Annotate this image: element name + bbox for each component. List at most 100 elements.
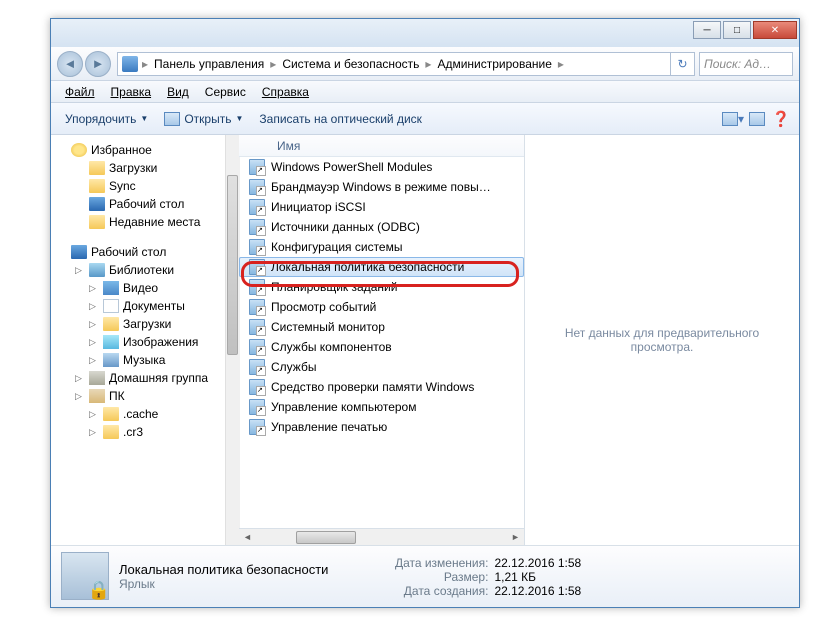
shortcut-icon <box>249 299 265 315</box>
nav-bar: ◄ ► ▸ Панель управления ▸ Система и безо… <box>51 47 799 81</box>
preview-pane-button[interactable] <box>745 107 769 131</box>
file-label: Windows PowerShell Modules <box>271 160 432 174</box>
file-label: Брандмауэр Windows в режиме повы… <box>271 180 491 194</box>
tree-pictures[interactable]: ▷Изображения <box>55 333 234 351</box>
tree-homegroup[interactable]: ▷Домашняя группа <box>55 369 234 387</box>
folder-icon <box>103 407 119 421</box>
column-header-name[interactable]: Имя <box>239 135 524 157</box>
open-button[interactable]: Открыть▼ <box>156 108 251 130</box>
file-label: Планировщик заданий <box>271 280 397 294</box>
tree-cr3[interactable]: ▷.cr3 <box>55 423 234 441</box>
shortcut-icon <box>249 399 265 415</box>
control-panel-icon <box>122 56 138 72</box>
tree-recent[interactable]: Недавние места <box>55 213 234 231</box>
search-input[interactable]: Поиск: Ад… <box>699 52 793 76</box>
breadcrumb-seg[interactable]: Система и безопасность <box>276 57 425 71</box>
shortcut-icon <box>249 359 265 375</box>
minimize-button[interactable]: ─ <box>693 21 721 39</box>
close-button[interactable]: ✕ <box>753 21 797 39</box>
shortcut-icon <box>249 339 265 355</box>
breadcrumb-seg[interactable]: Панель управления <box>148 57 270 71</box>
menu-file[interactable]: Файл <box>57 83 103 101</box>
shortcut-icon <box>249 239 265 255</box>
h-scrollbar[interactable]: ◄► <box>239 528 524 545</box>
shortcut-icon <box>249 279 265 295</box>
file-item[interactable]: Брандмауэр Windows в режиме повы… <box>239 177 524 197</box>
details-pane: Локальная политика безопасности Ярлык Да… <box>51 545 799 607</box>
file-item[interactable]: Системный монитор <box>239 317 524 337</box>
file-item[interactable]: Средство проверки памяти Windows <box>239 377 524 397</box>
file-item[interactable]: Службы <box>239 357 524 377</box>
picture-icon <box>103 335 119 349</box>
folder-icon <box>103 317 119 331</box>
open-icon <box>164 112 180 126</box>
shortcut-icon <box>249 319 265 335</box>
tree-pc[interactable]: ▷ПК <box>55 387 234 405</box>
forward-button[interactable]: ► <box>85 51 111 77</box>
tree-downloads[interactable]: Загрузки <box>55 159 234 177</box>
file-label: Управление печатью <box>271 420 387 434</box>
help-button[interactable]: ❓ <box>769 107 793 131</box>
tree-cache[interactable]: ▷.cache <box>55 405 234 423</box>
file-item[interactable]: Конфигурация системы <box>239 237 524 257</box>
refresh-button[interactable]: ↻ <box>670 53 694 75</box>
tree-sync[interactable]: Sync <box>55 177 234 195</box>
shortcut-icon <box>249 159 265 175</box>
music-icon <box>103 353 119 367</box>
tree-scrollbar[interactable] <box>225 135 239 545</box>
toolbar: Упорядочить▼ Открыть▼ Записать на оптиче… <box>51 103 799 135</box>
organize-button[interactable]: Упорядочить▼ <box>57 108 156 130</box>
view-mode-button[interactable]: ▾ <box>721 107 745 131</box>
details-type: Ярлык <box>119 577 328 591</box>
folder-icon <box>89 161 105 175</box>
tree-libraries[interactable]: ▷Библиотеки <box>55 261 234 279</box>
selected-item-icon <box>61 552 109 600</box>
file-label: Службы компонентов <box>271 340 392 354</box>
details-size: 1,21 КБ <box>494 570 536 584</box>
file-item[interactable]: Управление печатью <box>239 417 524 437</box>
folder-icon <box>89 179 105 193</box>
file-item[interactable]: Просмотр событий <box>239 297 524 317</box>
star-icon <box>71 143 87 157</box>
shortcut-icon <box>249 199 265 215</box>
preview-pane: Нет данных для предварительного просмотр… <box>525 135 799 545</box>
tree-desktop[interactable]: Рабочий стол <box>55 195 234 213</box>
tree-favorites[interactable]: Избранное <box>55 141 234 159</box>
back-button[interactable]: ◄ <box>57 51 83 77</box>
tree-downloads2[interactable]: ▷Загрузки <box>55 315 234 333</box>
tree-documents[interactable]: ▷Документы <box>55 297 234 315</box>
document-icon <box>103 299 119 313</box>
details-created: 22.12.2016 1:58 <box>494 584 581 598</box>
file-item[interactable]: Локальная политика безопасности <box>239 257 524 277</box>
desktop-icon <box>89 197 105 211</box>
file-item[interactable]: Службы компонентов <box>239 337 524 357</box>
desktop-icon <box>71 245 87 259</box>
tree-music[interactable]: ▷Музыка <box>55 351 234 369</box>
file-item[interactable]: Инициатор iSCSI <box>239 197 524 217</box>
file-item[interactable]: Источники данных (ODBC) <box>239 217 524 237</box>
file-label: Системный монитор <box>271 320 385 334</box>
breadcrumb-seg[interactable]: Администрирование <box>431 57 557 71</box>
file-label: Службы <box>271 360 316 374</box>
video-icon <box>103 281 119 295</box>
file-label: Управление компьютером <box>271 400 416 414</box>
menu-help[interactable]: Справка <box>254 83 317 101</box>
homegroup-icon <box>89 371 105 385</box>
maximize-button[interactable]: □ <box>723 21 751 39</box>
file-label: Источники данных (ODBC) <box>271 220 420 234</box>
file-item[interactable]: Windows PowerShell Modules <box>239 157 524 177</box>
shortcut-icon <box>249 179 265 195</box>
burn-button[interactable]: Записать на оптический диск <box>251 108 430 130</box>
file-item[interactable]: Планировщик заданий <box>239 277 524 297</box>
menu-edit[interactable]: Правка <box>103 83 160 101</box>
menu-view[interactable]: Вид <box>159 83 197 101</box>
details-name: Локальная политика безопасности <box>119 562 328 577</box>
tree-video[interactable]: ▷Видео <box>55 279 234 297</box>
shortcut-icon <box>249 379 265 395</box>
breadcrumb[interactable]: ▸ Панель управления ▸ Система и безопасн… <box>117 52 695 76</box>
menu-tools[interactable]: Сервис <box>197 83 254 101</box>
file-item[interactable]: Управление компьютером <box>239 397 524 417</box>
file-label: Инициатор iSCSI <box>271 200 366 214</box>
shortcut-icon <box>249 259 265 275</box>
tree-desktop-root[interactable]: Рабочий стол <box>55 243 234 261</box>
